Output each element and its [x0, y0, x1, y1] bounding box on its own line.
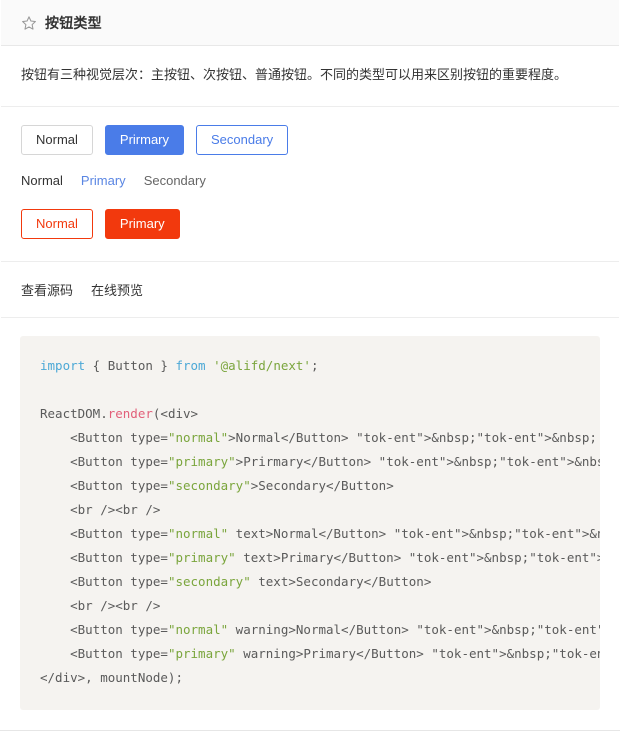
view-source-link[interactable]: 查看源码 — [21, 280, 73, 299]
source-code-block: import { Button } from '@alifd/next'; Re… — [20, 336, 600, 710]
description-text: 按钮有三种视觉层次：主按钮、次按钮、普通按钮。不同的类型可以用来区别按钮的重要程… — [21, 67, 568, 82]
button-type-demo-card: 按钮类型 按钮有三种视觉层次：主按钮、次按钮、普通按钮。不同的类型可以用来区别按… — [0, 0, 620, 731]
button-warning-primary[interactable]: Primary — [104, 209, 180, 239]
description-section: 按钮有三种视觉层次：主按钮、次按钮、普通按钮。不同的类型可以用来区别按钮的重要程… — [1, 46, 619, 107]
button-normal[interactable]: Normal — [21, 125, 93, 155]
text-button-primary[interactable]: Primary — [81, 171, 126, 191]
warning-button-row: Normal Primary — [21, 209, 599, 239]
online-preview-link[interactable]: 在线预览 — [91, 280, 143, 299]
text-button-secondary[interactable]: Secondary — [144, 171, 206, 191]
button-primary[interactable]: Prirmary — [104, 125, 185, 155]
demo-header: 按钮类型 — [1, 0, 619, 46]
demo-preview-area: Normal Prirmary Secondary Normal Primary… — [1, 107, 619, 262]
button-warning-normal[interactable]: Normal — [21, 209, 93, 239]
star-icon — [22, 15, 36, 30]
text-button-row: Normal Primary Secondary — [21, 171, 599, 191]
page-title: 按钮类型 — [45, 14, 102, 31]
text-button-normal[interactable]: Normal — [21, 171, 63, 191]
code-section: import { Button } from '@alifd/next'; Re… — [0, 318, 620, 730]
button-secondary[interactable]: Secondary — [196, 125, 289, 155]
filled-button-row: Normal Prirmary Secondary — [21, 125, 599, 155]
demo-links-bar: 查看源码 在线预览 — [1, 262, 619, 318]
